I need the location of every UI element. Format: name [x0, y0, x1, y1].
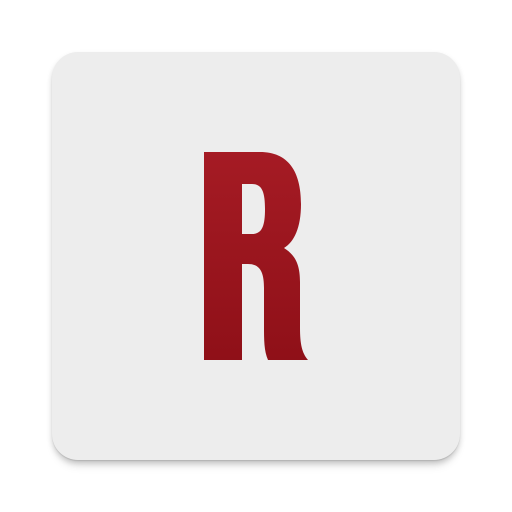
r-logo-icon — [204, 152, 308, 360]
